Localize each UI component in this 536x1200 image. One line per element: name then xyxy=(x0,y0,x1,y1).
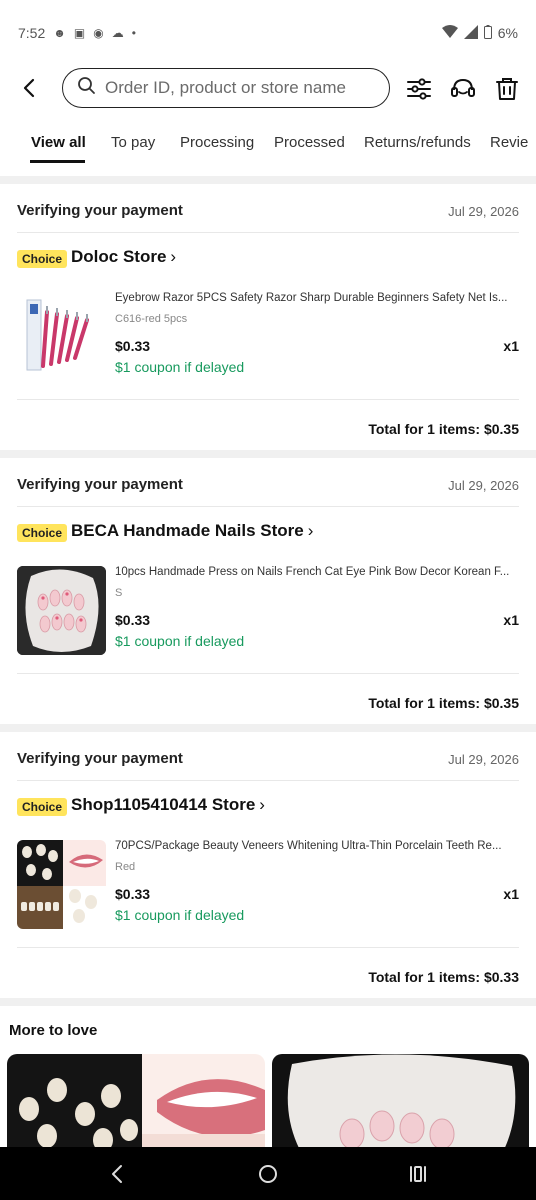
snapchat-icon: ☻ xyxy=(53,26,66,40)
cloud-icon: ☁ xyxy=(111,26,124,40)
product-variant: C616-red 5pcs xyxy=(115,313,188,325)
customer-service-icon[interactable] xyxy=(450,76,476,102)
active-tab-indicator xyxy=(30,160,85,163)
dot-icon: • xyxy=(131,26,136,40)
section-divider xyxy=(0,176,536,184)
tab-reviews[interactable]: Revie xyxy=(490,134,528,151)
more-to-love-heading: More to love xyxy=(9,1022,98,1039)
status-time: 7:52 xyxy=(18,25,46,41)
filter-icon[interactable] xyxy=(406,76,432,102)
search-input[interactable] xyxy=(105,78,365,98)
trash-icon[interactable] xyxy=(494,76,520,102)
product-thumbnail[interactable] xyxy=(17,566,106,655)
product-variant: Red xyxy=(115,861,136,873)
store-link[interactable]: Doloc Store › xyxy=(71,247,176,267)
chevron-right-icon: › xyxy=(307,521,314,540)
product-quantity: x1 xyxy=(503,886,519,902)
store-name: Shop1105410414 Store xyxy=(71,795,256,814)
battery-icon xyxy=(483,24,492,42)
section-divider xyxy=(0,998,536,1006)
order-status: Verifying your payment xyxy=(17,750,183,767)
section-divider xyxy=(0,724,536,732)
order-date: Jul 29, 2026 xyxy=(448,478,519,493)
divider xyxy=(17,780,519,781)
delay-coupon-text: $1 coupon if delayed xyxy=(115,359,245,375)
battery-percent: 6% xyxy=(497,25,518,41)
product-thumbnail[interactable] xyxy=(17,840,106,929)
section-divider xyxy=(0,450,536,458)
chevron-right-icon: › xyxy=(170,247,177,266)
delay-coupon-text: $1 coupon if delayed xyxy=(115,907,245,923)
product-quantity: x1 xyxy=(503,338,519,354)
tab-view-all[interactable]: View all xyxy=(31,134,86,151)
facebook-icon: ◉ xyxy=(93,26,104,40)
order-total: Total for 1 items: $0.33 xyxy=(368,969,519,985)
order-card[interactable]: Verifying your payment Jul 29, 2026 Choi… xyxy=(0,732,536,998)
tab-processed[interactable]: Processed xyxy=(274,134,345,151)
product-title[interactable]: 10pcs Handmade Press on Nails French Cat… xyxy=(115,566,519,578)
tab-processing[interactable]: Processing xyxy=(180,134,254,151)
search-box[interactable] xyxy=(62,68,390,108)
divider xyxy=(17,506,519,507)
divider xyxy=(17,673,519,674)
chevron-right-icon: › xyxy=(259,795,265,814)
status-bar: 7:52 ☻ ▣ ◉ ☁ • 6% xyxy=(0,0,536,66)
tab-returns-refunds[interactable]: Returns/refunds xyxy=(364,134,471,151)
product-title[interactable]: Eyebrow Razor 5PCS Safety Razor Sharp Du… xyxy=(115,292,519,304)
product-quantity: x1 xyxy=(503,612,519,628)
nav-home-icon[interactable] xyxy=(256,1162,280,1186)
product-thumbnail[interactable] xyxy=(17,292,106,381)
nav-recents-icon[interactable] xyxy=(406,1162,430,1186)
store-name: BECA Handmade Nails Store xyxy=(71,521,304,540)
divider xyxy=(17,232,519,233)
store-name: Doloc Store xyxy=(71,247,167,266)
order-card[interactable]: Verifying your payment Jul 29, 2026 Choi… xyxy=(0,184,536,450)
status-right: 6% xyxy=(441,24,518,42)
order-card[interactable]: Verifying your payment Jul 29, 2026 Choi… xyxy=(0,458,536,724)
divider xyxy=(17,399,519,400)
tab-to-pay[interactable]: To pay xyxy=(111,134,155,151)
delay-coupon-text: $1 coupon if delayed xyxy=(115,633,245,649)
instagram-icon: ▣ xyxy=(73,26,86,40)
order-status: Verifying your payment xyxy=(17,476,183,493)
choice-badge: Choice xyxy=(17,524,68,542)
divider xyxy=(17,947,519,948)
order-status: Verifying your payment xyxy=(17,202,183,219)
product-title[interactable]: 70PCS/Package Beauty Veneers Whitening U… xyxy=(115,840,519,852)
choice-badge: Choice xyxy=(17,798,68,816)
signal-icon xyxy=(463,24,478,42)
product-variant: S xyxy=(115,587,123,599)
order-total: Total for 1 items: $0.35 xyxy=(368,695,519,711)
system-navigation-bar xyxy=(0,1147,536,1200)
order-total: Total for 1 items: $0.35 xyxy=(368,421,519,437)
recommended-product-card[interactable] xyxy=(272,1054,529,1154)
order-date: Jul 29, 2026 xyxy=(448,752,519,767)
search-icon xyxy=(77,76,97,101)
nav-back-icon[interactable] xyxy=(106,1162,130,1186)
store-link[interactable]: Shop1105410414 Store › xyxy=(71,795,265,815)
back-icon[interactable] xyxy=(18,76,42,100)
product-price: $0.33 xyxy=(115,612,151,628)
recommended-product-card[interactable] xyxy=(7,1054,265,1154)
header xyxy=(0,66,536,110)
status-left: 7:52 ☻ ▣ ◉ ☁ • xyxy=(18,25,136,41)
choice-badge: Choice xyxy=(17,250,68,268)
store-link[interactable]: BECA Handmade Nails Store › xyxy=(71,521,313,541)
order-tabs: View all To pay Processing Processed Ret… xyxy=(0,128,536,164)
product-price: $0.33 xyxy=(115,338,151,354)
wifi-icon xyxy=(441,24,458,42)
product-price: $0.33 xyxy=(115,886,151,902)
order-date: Jul 29, 2026 xyxy=(448,204,519,219)
